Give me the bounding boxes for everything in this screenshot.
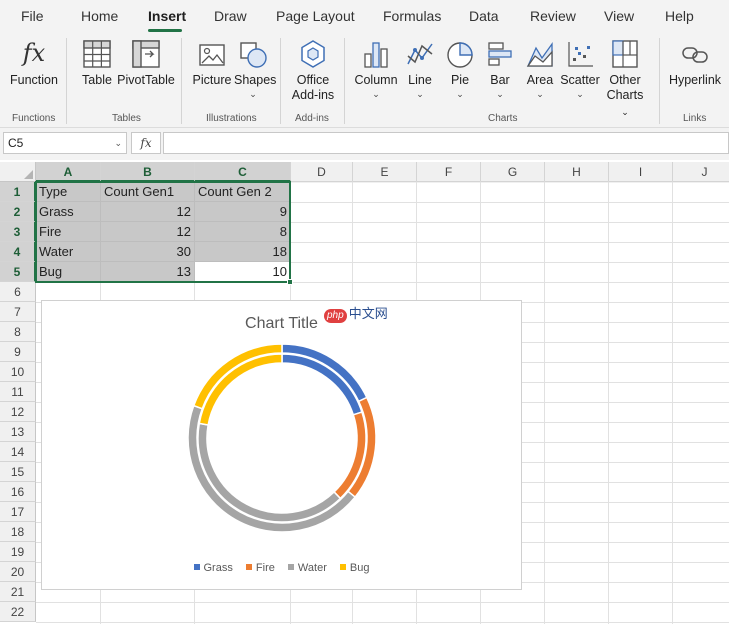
tab-formulas[interactable]: Formulas [383, 8, 441, 24]
hyperlink-icon [682, 47, 708, 63]
doughnut-plot [187, 343, 377, 533]
tab-view[interactable]: View [604, 8, 634, 24]
cell-c5-active[interactable]: 10 [195, 262, 291, 282]
insert-function-button[interactable]: fx Function [8, 38, 60, 88]
line-chart-icon [407, 43, 433, 65]
legend-swatch [193, 564, 200, 570]
cell-b3[interactable]: 12 [101, 222, 195, 242]
group-label-links: Links [683, 113, 707, 124]
group-divider [280, 38, 281, 124]
table-button[interactable]: Table [80, 38, 114, 88]
picture-button[interactable]: Picture [192, 38, 232, 88]
cell-b2[interactable]: 12 [101, 202, 195, 222]
ribbon: fx Function Functions Table PivotTable T… [0, 32, 729, 128]
tab-review[interactable]: Review [530, 8, 576, 24]
chevron-down-icon: ⌄ [456, 89, 464, 99]
area-chart-icon [526, 41, 553, 67]
shapes-button[interactable]: Shapes ⌄ [234, 38, 276, 99]
chart-legend[interactable]: Grass Fire Water Bug [42, 562, 521, 574]
menu-bar: File Home Insert Draw Page Layout Formul… [0, 0, 729, 32]
column-chart-button[interactable]: Column ⌄ [352, 38, 400, 99]
bar-chart-button[interactable]: Bar ⌄ [482, 38, 518, 99]
pivottable-button[interactable]: PivotTable [117, 38, 175, 88]
group-label-illustrations: Illustrations [206, 113, 257, 124]
formula-bar: C5 ⌄ fx [0, 128, 729, 160]
scatter-chart-icon [568, 42, 593, 67]
legend-item-fire: Fire [245, 562, 275, 574]
cell-a5[interactable]: Bug [36, 262, 101, 282]
legend-swatch [339, 564, 346, 570]
cell-c2[interactable]: 9 [195, 202, 291, 222]
chevron-down-icon: ⌄ [416, 89, 424, 99]
group-divider [181, 38, 182, 124]
tab-insert[interactable]: Insert [148, 8, 186, 24]
legend-item-grass: Grass [193, 562, 233, 574]
scatter-chart-button[interactable]: Scatter ⌄ [558, 38, 602, 99]
bar-chart-icon [488, 42, 512, 66]
cell-a3[interactable]: Fire [36, 222, 101, 242]
column-chart-icon [364, 42, 388, 68]
other-charts-icon [612, 40, 638, 68]
function-icon: fx [22, 39, 46, 67]
name-box[interactable]: C5 ⌄ [3, 132, 127, 154]
shapes-icon [240, 42, 267, 68]
table-icon [83, 40, 111, 68]
chevron-down-icon: ⌄ [496, 89, 504, 99]
chevron-down-icon: ⌄ [372, 89, 380, 99]
tab-page-layout[interactable]: Page Layout [276, 8, 355, 24]
cell-b4[interactable]: 30 [101, 242, 195, 262]
doughnut-chart[interactable]: Chart Title Grass Fire Water Bug [41, 300, 522, 590]
group-label-functions: Functions [12, 113, 56, 124]
area-chart-button[interactable]: Area ⌄ [522, 38, 558, 99]
insert-function-fx-button[interactable]: fx [131, 132, 161, 154]
chevron-down-icon: ⌄ [621, 107, 629, 117]
legend-item-bug: Bug [339, 562, 370, 574]
chevron-down-icon: ⌄ [536, 89, 544, 99]
group-divider [66, 38, 67, 124]
tab-file[interactable]: File [21, 8, 44, 24]
cell-a4[interactable]: Water [36, 242, 101, 262]
line-chart-button[interactable]: Line ⌄ [402, 38, 438, 99]
legend-swatch [287, 564, 294, 570]
chevron-down-icon: ⌄ [576, 89, 584, 99]
other-charts-button[interactable]: Other Charts ⌄ [602, 38, 648, 120]
tab-home[interactable]: Home [81, 8, 118, 24]
cell-b1[interactable]: Count Gen1 [101, 182, 195, 202]
tab-draw[interactable]: Draw [214, 8, 247, 24]
group-divider [659, 38, 660, 124]
cell-c3[interactable]: 8 [195, 222, 291, 242]
picture-icon [199, 44, 225, 66]
tab-help[interactable]: Help [665, 8, 694, 24]
fill-handle[interactable] [287, 279, 293, 285]
addins-icon [301, 40, 325, 68]
office-addins-button[interactable]: Office Add-ins [288, 38, 338, 103]
hyperlink-button[interactable]: Hyperlink [666, 38, 724, 88]
pivottable-icon [132, 40, 160, 68]
watermark: php 中文网 [324, 303, 388, 323]
pie-chart-button[interactable]: Pie ⌄ [442, 38, 478, 99]
group-label-addins: Add-ins [295, 113, 329, 124]
chevron-down-icon[interactable]: ⌄ [114, 133, 122, 153]
chevron-down-icon: ⌄ [249, 89, 257, 99]
legend-item-water: Water [287, 562, 327, 574]
group-divider [344, 38, 345, 124]
group-label-tables: Tables [112, 113, 141, 124]
cell-b5[interactable]: 13 [101, 262, 195, 282]
cell-c1[interactable]: Count Gen 2 [195, 182, 291, 202]
formula-input[interactable] [163, 132, 729, 154]
cell-a2[interactable]: Grass [36, 202, 101, 222]
tab-data[interactable]: Data [469, 8, 499, 24]
pie-chart-icon [447, 42, 473, 68]
cell-a1[interactable]: Type [36, 182, 101, 202]
cell-c4[interactable]: 18 [195, 242, 291, 262]
group-label-charts: Charts [488, 113, 518, 124]
legend-swatch [245, 564, 252, 570]
